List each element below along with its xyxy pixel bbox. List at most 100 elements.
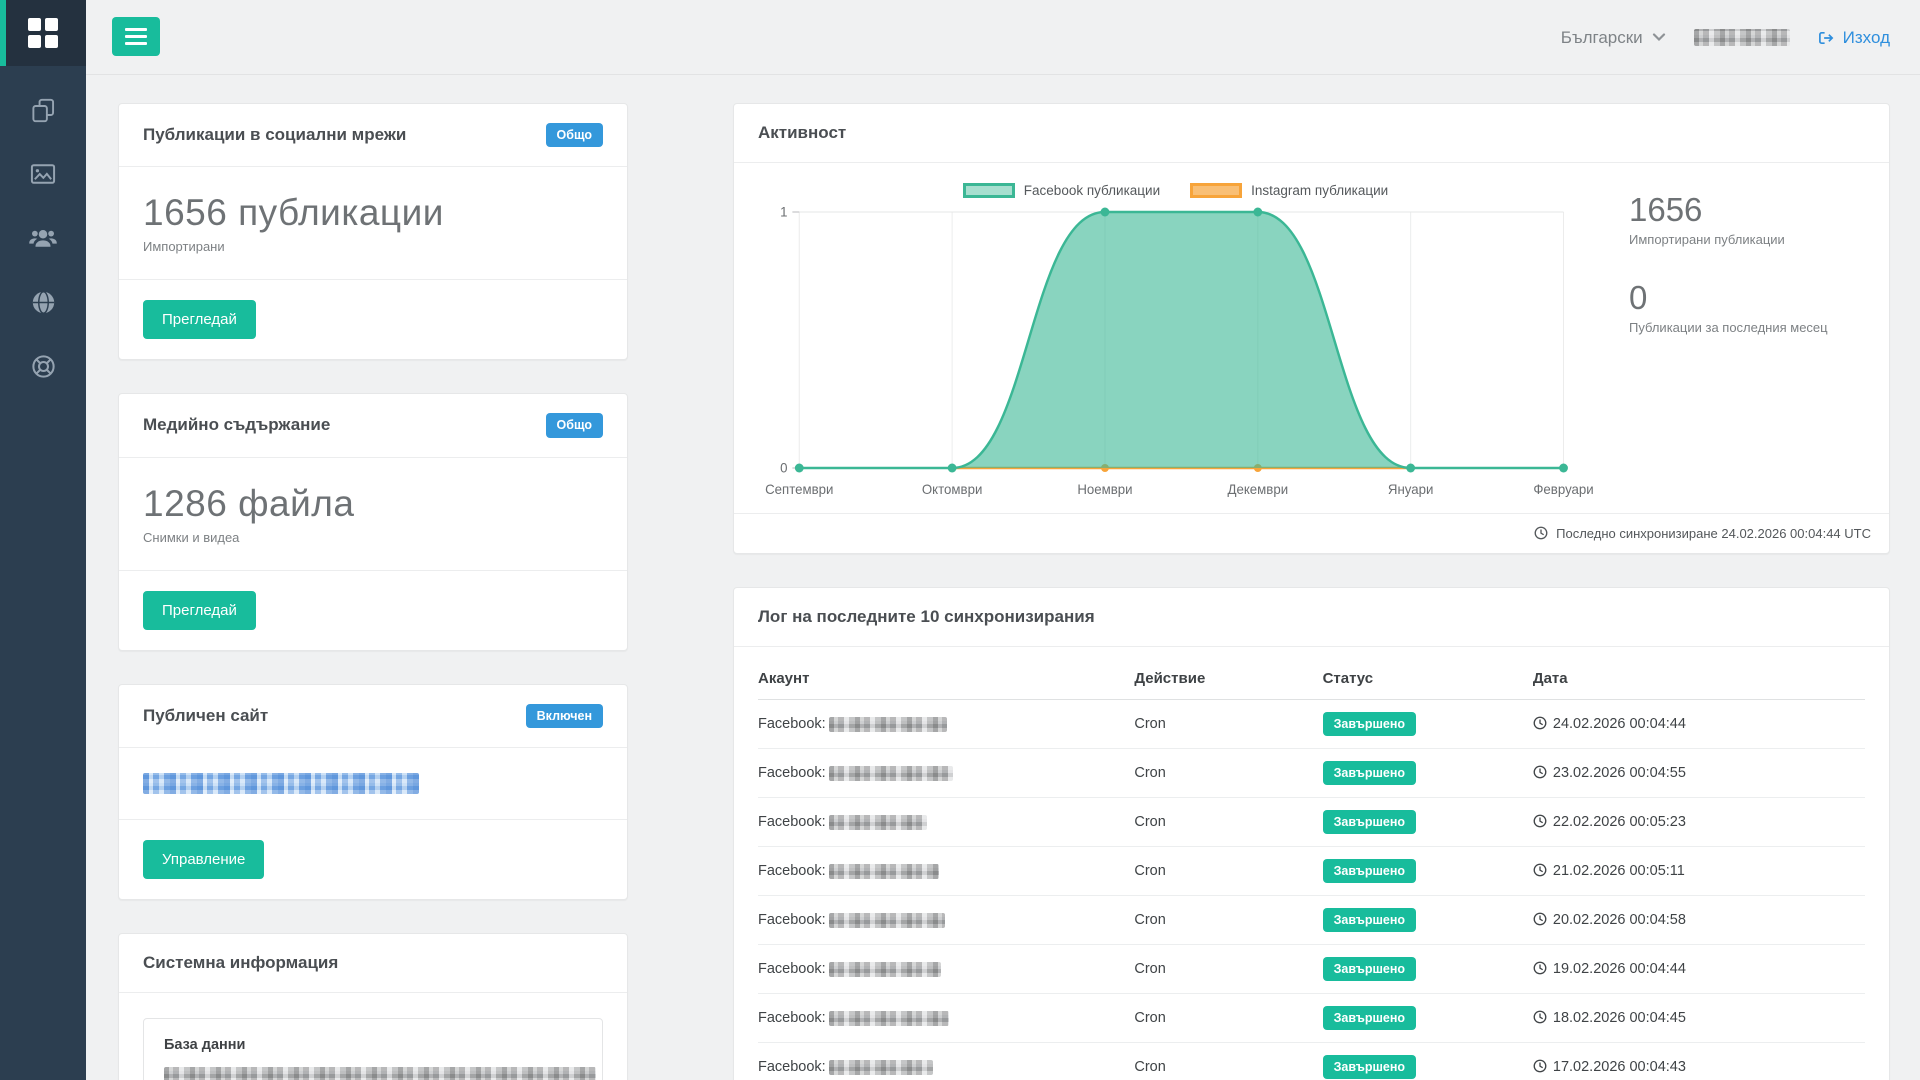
right-column: Активност Facebook публикации Instagram … [733,103,1890,1080]
sidebar-nav [0,66,86,398]
view-media-button[interactable]: Прегледай [143,591,256,630]
activity-area-chart: 01СептемвриОктомвриНоемвриДекемвриЯнуари… [758,202,1593,502]
column-header-date: Дата [1533,653,1865,700]
social-posts-card: Публикации в социални мрежи Общо 1656 пу… [118,103,628,360]
legend-item-instagram: Instagram публикации [1190,183,1388,198]
logout-link[interactable]: Изход [1818,28,1890,48]
public-site-link-redacted[interactable] [143,773,419,794]
action-cell: Cron [1134,765,1165,781]
total-badge: Общо [546,123,603,147]
account-prefix: Facebook: [758,912,826,928]
table-row: Facebook: Cron Завършено 19.02.2026 00:0… [758,945,1865,994]
manage-site-button[interactable]: Управление [143,840,264,879]
month-posts-value: 0 [1629,279,1865,317]
account-name-redacted [829,815,927,830]
activity-card: Активност Facebook публикации Instagram … [733,103,1890,554]
language-selector[interactable]: Български [1561,28,1666,48]
sidebar-toggle-button[interactable] [112,17,160,56]
clock-icon [1533,814,1547,828]
table-row: Facebook: Cron Завършено 21.02.2026 00:0… [758,847,1865,896]
svg-text:Октомври: Октомври [922,482,982,497]
account-name-redacted [829,962,941,977]
status-badge: Завършено [1323,712,1416,736]
files-count: 1286 файла [143,483,603,525]
database-info-redacted [164,1067,596,1080]
activity-chart-area: Facebook публикации Instagram публикации… [758,181,1593,507]
date-cell: 20.02.2026 00:04:58 [1553,912,1686,928]
date-cell: 18.02.2026 00:04:45 [1553,1010,1686,1026]
left-column: Публикации в социални мрежи Общо 1656 пу… [118,103,628,1080]
sidebar-item-users[interactable] [0,206,86,270]
svg-text:Януари: Януари [1388,482,1434,497]
support-lifering-icon [30,353,57,380]
total-badge: Общо [546,413,603,437]
action-cell: Cron [1134,1059,1165,1075]
action-cell: Cron [1134,716,1165,732]
facebook-legend-label: Facebook публикации [1024,183,1160,198]
view-posts-button[interactable]: Прегледай [143,300,256,339]
date-cell: 22.02.2026 00:05:23 [1553,814,1686,830]
clock-icon [1533,912,1547,926]
system-info-card: Системна информация База данни [118,933,628,1080]
status-badge: Завършено [1323,908,1416,932]
media-card: Медийно съдържание Общо 1286 файла Снимк… [118,393,628,650]
topbar-right: Български Изход [1561,0,1890,75]
status-badge: Завършено [1323,1006,1416,1030]
enabled-badge: Включен [526,704,603,728]
media-image-icon [29,160,57,188]
sync-log-table: Акаунт Действие Статус Дата Facebook: Cr… [758,653,1865,1080]
account-prefix: Facebook: [758,765,826,781]
action-cell: Cron [1134,912,1165,928]
instagram-legend-label: Instagram публикации [1251,183,1388,198]
users-icon [28,223,58,253]
account-name-redacted [829,717,947,732]
account-name-redacted [829,913,945,928]
legend-item-facebook: Facebook публикации [963,183,1160,198]
media-card-title: Медийно съдържание [143,415,330,435]
active-accent-bar [0,0,6,66]
date-cell: 24.02.2026 00:04:44 [1553,716,1686,732]
user-name-redacted [1694,29,1790,46]
column-header-action: Действие [1134,653,1322,700]
clock-icon [1534,526,1548,540]
clock-icon [1533,961,1547,975]
sidebar-item-support[interactable] [0,334,86,398]
social-posts-card-title: Публикации в социални мрежи [143,125,406,145]
account-prefix: Facebook: [758,961,826,977]
account-prefix: Facebook: [758,1010,826,1026]
table-row: Facebook: Cron Завършено 24.02.2026 00:0… [758,700,1865,749]
instagram-legend-swatch [1190,183,1242,198]
action-cell: Cron [1134,961,1165,977]
last-sync-text: Последно синхронизиране 24.02.2026 00:04… [1556,526,1871,541]
topbar: Български Изход [86,0,1920,75]
svg-text:Декември: Декември [1228,482,1289,497]
dashboard-page: Български Изход Публикации в социални мр… [0,0,1920,1080]
clock-icon [1533,765,1547,779]
date-cell: 17.02.2026 00:04:43 [1553,1059,1686,1075]
sidebar-item-site[interactable] [0,270,86,334]
date-cell: 21.02.2026 00:05:11 [1553,863,1685,879]
account-prefix: Facebook: [758,716,826,732]
action-cell: Cron [1134,1010,1165,1026]
account-name-redacted [829,766,953,781]
status-badge: Завършено [1323,957,1416,981]
action-cell: Cron [1134,863,1165,879]
chevron-down-icon [1652,33,1666,42]
system-info-card-title: Системна информация [143,953,338,973]
svg-text:1: 1 [780,204,787,219]
sidebar [0,0,86,1080]
month-posts-label: Публикации за последния месец [1629,320,1865,335]
sidebar-item-media[interactable] [0,142,86,206]
svg-text:Септември: Септември [765,482,833,497]
date-cell: 19.02.2026 00:04:44 [1553,961,1686,977]
account-prefix: Facebook: [758,1059,826,1075]
sidebar-item-dashboard[interactable] [0,0,86,66]
facebook-legend-swatch [963,183,1015,198]
account-name-redacted [829,1011,949,1026]
status-badge: Завършено [1323,761,1416,785]
files-count-subtitle: Снимки и видеа [143,530,603,545]
sidebar-item-pages[interactable] [0,78,86,142]
clock-icon [1533,863,1547,877]
svg-text:Февруари: Февруари [1533,482,1593,497]
hamburger-icon [125,28,147,31]
